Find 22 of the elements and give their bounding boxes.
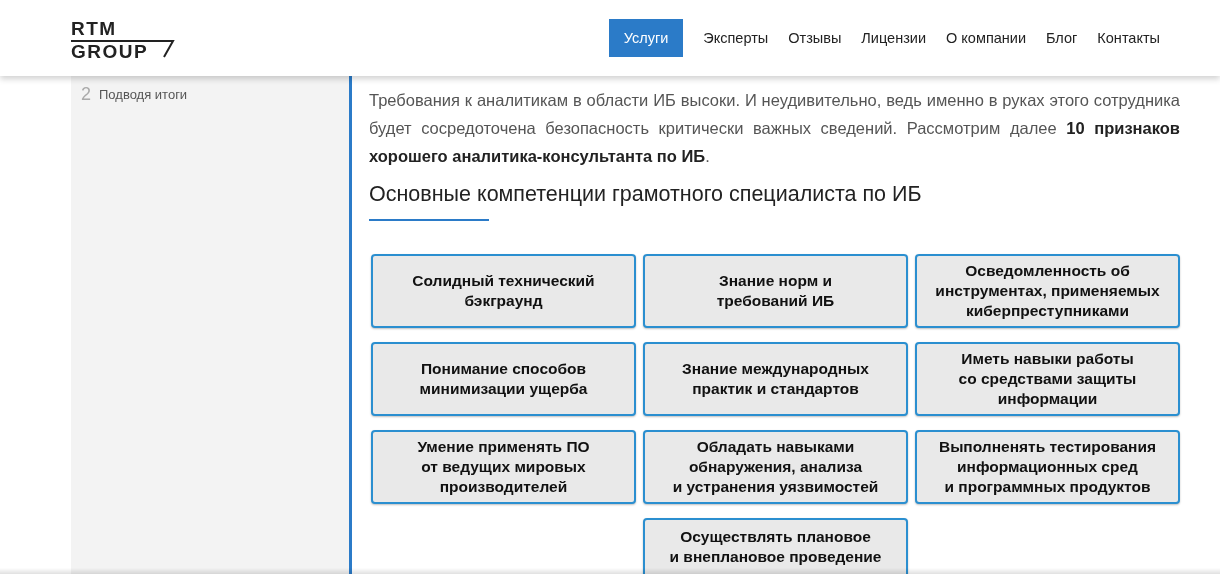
logo[interactable]: RTM GROUP: [71, 18, 175, 62]
competency-card: Понимание способов минимизации ущерба: [371, 342, 636, 416]
competency-card: Знание международных практик и стандартов: [643, 342, 908, 416]
item-number: 2: [81, 84, 91, 105]
nav-link[interactable]: Блог: [1036, 19, 1088, 57]
nav-link[interactable]: Эксперты: [693, 19, 779, 57]
nav-link[interactable]: Услуги: [608, 19, 684, 57]
competency-card: Осведомленность об инструментах, применяемых киберпреступниками: [915, 254, 1180, 328]
competency-card: Осуществлять плановое и внеплановое проведение: [643, 518, 908, 574]
competency-card: Выполненять тестирования информационных сред и программных продуктов: [915, 430, 1180, 504]
competency-card: Знание норм и требований ИБ: [643, 254, 908, 328]
sidebar-link[interactable]: Подводя итоги: [99, 87, 188, 102]
competency-card: Солидный технический бэкграунд: [371, 254, 636, 328]
section-heading: Основные компетенции грамотного специалиста по ИБ: [369, 182, 923, 207]
nav-link[interactable]: О компании: [936, 19, 1036, 57]
nav-link[interactable]: Лицензии: [851, 19, 937, 57]
intro-paragraph: Требования к аналитикам в области ИБ высоки. И неудивительно, ведь именно в руках этого сотрудника будет сосредоточена безопасность критически важных сведений. Рассмотрим далее 10 признаков хорошего аналитика-консультанта по ИБ.: [369, 90, 1180, 167]
competency-card: Умение применять ПО от ведущих мировых производителей: [371, 430, 636, 504]
nav-link[interactable]: Отзывы: [778, 19, 852, 57]
competency-card: Обладать навыками обнаружения, анализа и устранения уязвимостей: [643, 430, 908, 504]
competency-card: Иметь навыки работы со средствами защиты информации: [915, 342, 1180, 416]
nav-link[interactable]: Контакты: [1087, 19, 1170, 57]
